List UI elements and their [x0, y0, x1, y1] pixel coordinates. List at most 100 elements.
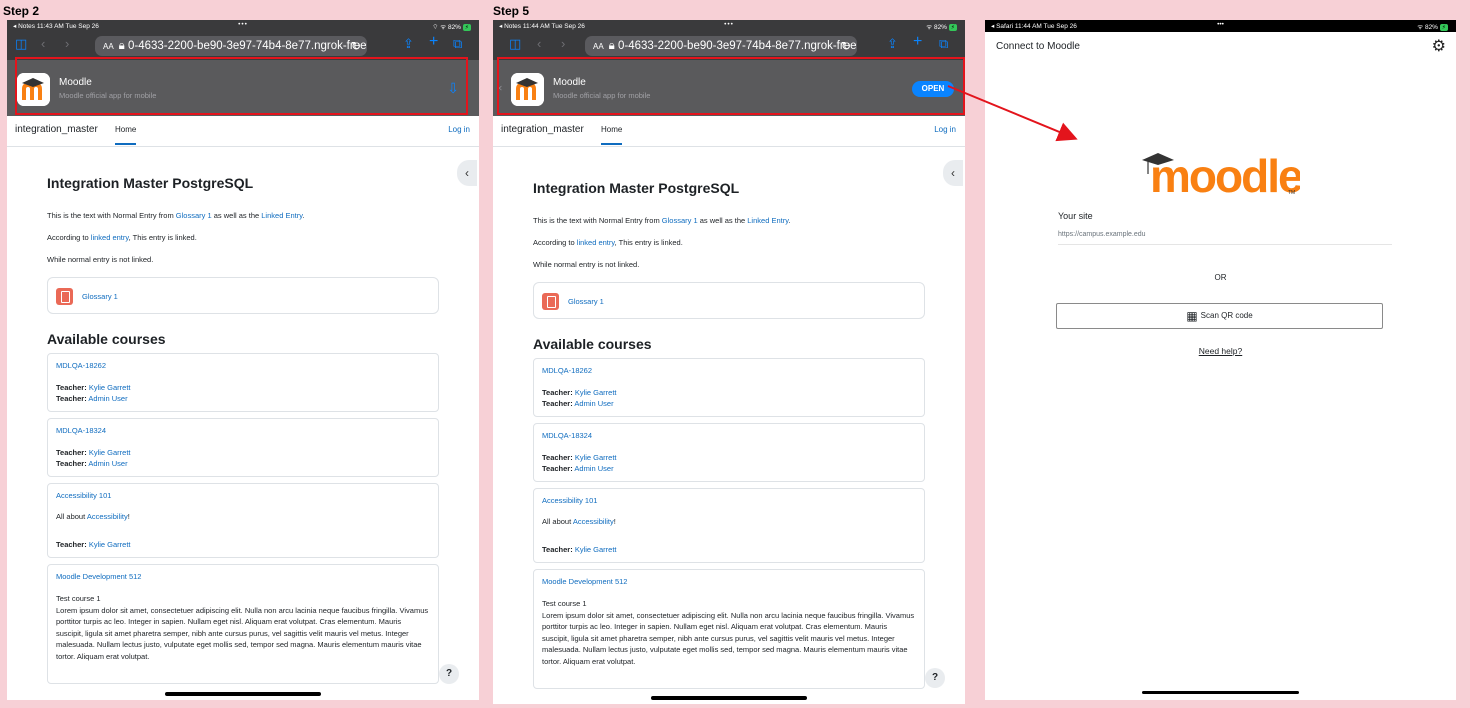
tabs-icon[interactable]: ⧉	[453, 37, 462, 51]
paragraph-3: While normal entry is not linked.	[533, 260, 640, 269]
nav-home-tab[interactable]: Home	[115, 125, 137, 145]
multitask-dots-icon[interactable]: •••	[1217, 21, 1224, 28]
course-title-link[interactable]: MDLQA-18262	[542, 366, 916, 375]
site-navbar: integration_master Home Log in	[7, 116, 479, 147]
site-url-input[interactable]: https://campus.example.edu	[1058, 228, 1392, 245]
login-link[interactable]: Log in	[934, 125, 956, 134]
teacher-link[interactable]: Admin User	[88, 394, 127, 403]
page-title: Integration Master PostgreSQL	[47, 175, 254, 191]
course-title-link[interactable]: Moodle Development 512	[542, 577, 916, 586]
teacher-link[interactable]: Kylie Garrett	[89, 540, 131, 549]
gear-icon[interactable]: ⚙	[1432, 36, 1446, 56]
linked-entry-link-2[interactable]: linked entry	[577, 238, 615, 247]
safari-toolbar: ◫ ‹ › AA 🔒︎ 0-4633-2200-be90-3e97-74b4-8e…	[493, 32, 965, 56]
plus-icon[interactable]: +	[429, 34, 438, 50]
chevron-left-icon[interactable]: ‹	[457, 160, 477, 186]
home-indicator	[651, 696, 807, 700]
battery-icon: ⚡	[1439, 24, 1448, 31]
glossary-activity-link[interactable]: Glossary 1	[82, 292, 118, 301]
battery-icon: ⚡	[462, 24, 471, 31]
chevron-left-icon[interactable]: ‹	[943, 160, 963, 186]
status-time: ◂ Safari 11:44 AM Tue Sep 26	[991, 23, 1077, 30]
teacher-link[interactable]: Kylie Garrett	[575, 453, 617, 462]
teacher-link[interactable]: Kylie Garrett	[89, 383, 131, 392]
course-title-link[interactable]: MDLQA-18262	[56, 361, 430, 370]
status-bar: ◂ Notes 11:44 AM Tue Sep 26 ••• ᯤ 82% ⚡	[493, 20, 965, 32]
safari-chrome: ◂ Notes 11:44 AM Tue Sep 26 ••• ᯤ 82% ⚡ …	[493, 20, 965, 116]
course-description: Lorem ipsum dolor sit amet, consectetuer…	[56, 605, 429, 661]
accessibility-link[interactable]: Accessibility	[573, 517, 614, 526]
help-button[interactable]: ?	[439, 664, 459, 684]
course-card: Accessibility 101 All about Accessibilit…	[533, 488, 925, 563]
teacher-link[interactable]: Admin User	[574, 399, 613, 408]
paragraph-1: This is the text with Normal Entry from …	[47, 211, 305, 220]
linked-entry-link-2[interactable]: linked entry	[91, 233, 129, 242]
page-title: Integration Master PostgreSQL	[533, 180, 740, 196]
reader-aa-button[interactable]: AA	[103, 42, 114, 51]
site-navbar: integration_master Home Log in	[493, 116, 965, 147]
linked-entry-link[interactable]: Linked Entry	[747, 216, 788, 225]
share-icon[interactable]: ⇪	[403, 37, 414, 51]
teacher-label: Teacher:	[542, 399, 573, 408]
teacher-link[interactable]: Kylie Garrett	[575, 388, 617, 397]
back-icon[interactable]: ‹	[41, 37, 45, 51]
plus-icon[interactable]: +	[913, 34, 922, 50]
url-bar[interactable]: AA 🔒︎ 0-4633-2200-be90-3e97-74b4-8e77.ngr…	[585, 36, 857, 56]
page-content: Integration Master PostgreSQL This is th…	[47, 175, 439, 690]
login-link[interactable]: Log in	[448, 125, 470, 134]
course-card: Moodle Development 512 Test course 1 Lor…	[47, 564, 439, 684]
nav-home-tab[interactable]: Home	[601, 125, 623, 145]
url-bar[interactable]: AA 🔒︎ 0-4633-2200-be90-3e97-74b4-8e77.ngr…	[95, 36, 367, 56]
teacher-link[interactable]: Kylie Garrett	[89, 448, 131, 457]
sidebar-icon[interactable]: ◫	[509, 37, 521, 51]
page-content: Integration Master PostgreSQL This is th…	[533, 180, 925, 695]
glossary-activity-card[interactable]: Glossary 1	[533, 282, 925, 319]
share-icon[interactable]: ⇪	[887, 37, 898, 51]
teacher-link[interactable]: Admin User	[574, 464, 613, 473]
course-card: MDLQA-18324 Teacher: Kylie Garrett Teach…	[47, 418, 439, 477]
site-brand[interactable]: integration_master	[15, 124, 98, 135]
course-title-link[interactable]: Accessibility 101	[56, 491, 430, 500]
teacher-link[interactable]: Kylie Garrett	[575, 545, 617, 554]
course-summary: All about Accessibility!	[56, 512, 130, 521]
scan-qr-label: Scan QR code	[1200, 311, 1253, 321]
glossary-link[interactable]: Glossary 1	[662, 216, 698, 225]
step-5-label: Step 5	[493, 4, 530, 18]
course-card: MDLQA-18324 Teacher: Kylie Garrett Teach…	[533, 423, 925, 482]
scan-qr-button[interactable]: ▦ Scan QR code	[1056, 303, 1383, 329]
teacher-label: Teacher:	[56, 540, 87, 549]
help-button[interactable]: ?	[925, 668, 945, 688]
forward-icon[interactable]: ›	[561, 37, 565, 51]
svg-text:TM: TM	[1288, 190, 1295, 196]
tabs-icon[interactable]: ⧉	[939, 37, 948, 51]
reload-icon[interactable]: ↻	[841, 36, 851, 56]
back-icon[interactable]: ‹	[537, 37, 541, 51]
course-title-link[interactable]: Accessibility 101	[542, 496, 916, 505]
teacher-link[interactable]: Admin User	[88, 459, 127, 468]
course-card: MDLQA-18262 Teacher: Kylie Garrett Teach…	[47, 353, 439, 412]
need-help-link[interactable]: Need help?	[985, 346, 1456, 356]
status-bar: ◂ Safari 11:44 AM Tue Sep 26 ••• ᯤ 82% ⚡	[985, 20, 1456, 32]
reader-aa-button[interactable]: AA	[593, 42, 604, 51]
site-brand[interactable]: integration_master	[501, 124, 584, 135]
course-card: MDLQA-18262 Teacher: Kylie Garrett Teach…	[533, 358, 925, 417]
status-right: ⌔ ᯤ 82% ⚡	[432, 24, 471, 31]
course-title-link[interactable]: MDLQA-18324	[542, 431, 916, 440]
multitask-dots-icon[interactable]: •••	[238, 21, 248, 28]
multitask-dots-icon[interactable]: •••	[724, 21, 734, 28]
reload-icon[interactable]: ↻	[351, 36, 361, 56]
course-title-link[interactable]: MDLQA-18324	[56, 426, 430, 435]
linked-entry-link[interactable]: Linked Entry	[261, 211, 302, 220]
glossary-activity-link[interactable]: Glossary 1	[568, 297, 604, 306]
moodle-logo: moodle TM	[1140, 148, 1305, 202]
app-header: Connect to Moodle ⚙	[985, 32, 1456, 56]
teacher-label: Teacher:	[56, 459, 87, 468]
status-right: ᯤ 82% ⚡	[926, 24, 957, 31]
glossary-activity-card[interactable]: Glossary 1	[47, 277, 439, 314]
sidebar-icon[interactable]: ◫	[15, 37, 27, 51]
accessibility-link[interactable]: Accessibility	[87, 512, 128, 521]
forward-icon[interactable]: ›	[65, 37, 69, 51]
course-description: Lorem ipsum dolor sit amet, consectetuer…	[542, 610, 915, 666]
glossary-link[interactable]: Glossary 1	[176, 211, 212, 220]
course-title-link[interactable]: Moodle Development 512	[56, 572, 430, 581]
